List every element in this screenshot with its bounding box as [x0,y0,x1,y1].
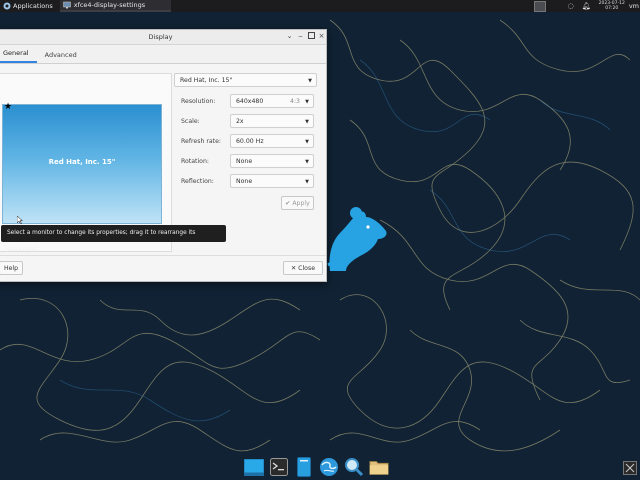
tab-bar: General Advanced [0,45,326,64]
rotation-select[interactable]: None ▼ [230,154,314,168]
home-folder-icon [368,461,389,475]
network-icon[interactable]: ◌ [568,2,574,10]
taskbar-item-display-settings[interactable]: xfce4-display-settings [59,0,172,12]
tab-general[interactable]: General [0,47,37,63]
help-button[interactable]: Help [0,261,23,275]
scale-label: Scale: [181,118,200,125]
maximize-window-button[interactable] [307,32,316,41]
web-browser-icon [319,458,338,476]
footer-divider [0,255,326,256]
home-folder-launcher[interactable] [368,457,389,477]
maximize-icon [308,32,315,39]
reflection-label: Reflection: [181,178,214,185]
rotation-value: None [236,158,253,165]
applications-label: Applications [13,2,53,10]
minimize-icon: ‒ [298,32,303,40]
resolution-label: Resolution: [181,98,216,105]
chevron-down-icon: ▼ [305,159,309,165]
user-menu[interactable]: vm [629,2,639,10]
bottom-dock [241,455,391,479]
taskbar-item-label: xfce4-display-settings [73,1,146,9]
monitor-preview-tooltip: Select a monitor to change its propertie… [1,225,226,253]
web-browser-launcher[interactable] [319,457,339,477]
refresh-rate-select[interactable]: 60.00 Hz ▼ [230,134,314,148]
window-titlebar[interactable]: Display ⌄ ‒ × [0,30,326,45]
rotation-label: Rotation: [181,158,209,165]
clock-time: 07:20 [605,6,619,11]
monitor-preview[interactable]: ★ Red Hat, Inc. 15" [2,102,162,224]
scale-value: 2x [236,118,244,125]
close-button-label: Close [298,265,315,272]
resolution-value: 640x480 [236,98,264,105]
apply-button-label: Apply [292,200,310,207]
close-button[interactable]: ✕ Close [283,261,323,275]
display-settings-icon [62,1,71,9]
show-desktop-button[interactable] [243,457,264,477]
applications-menu[interactable]: Applications [0,0,56,12]
monitor-select-value: Red Hat, Inc. 15" [180,77,233,84]
close-icon: × [318,32,325,40]
primary-display-star-icon: ★ [4,102,13,112]
shade-window-button[interactable]: ⌄ [285,32,294,41]
scale-select[interactable]: 2x ▼ [230,114,314,128]
resolution-select[interactable]: 640x480 4:3 ▼ [230,94,314,108]
window-title: Display [148,33,173,41]
help-button-label: Help [3,265,19,272]
top-panel: Applications xfce4-display-settings ◌ 🔔︎… [0,0,640,12]
apply-button[interactable]: ✔ Apply [281,196,314,210]
close-icon: ✕ [290,265,297,272]
chevron-down-icon: ▼ [305,119,309,125]
minimize-window-button[interactable]: ‒ [296,32,305,41]
reflection-value: None [236,178,253,185]
reflection-select[interactable]: None ▼ [230,174,314,188]
show-desktop-icon [243,458,264,476]
system-tray-icon[interactable] [623,461,637,475]
file-manager-launcher[interactable] [294,457,314,477]
workspace-switcher[interactable] [533,0,546,12]
chevron-down-icon: ▼ [305,139,309,145]
monitor-preview-label: Red Hat, Inc. 15" [48,158,116,166]
notification-bell-icon[interactable]: 🔔︎ [582,2,591,10]
app-finder-launcher[interactable] [344,457,364,477]
checkmark-icon: ✔ [285,200,291,207]
chevron-down-icon: ▼ [308,78,312,84]
refresh-rate-value: 60.00 Hz [236,138,264,145]
file-manager-icon [296,457,311,477]
tab-advanced[interactable]: Advanced [37,49,85,63]
xfce-mouse-mascot [327,207,387,271]
aspect-ratio-hint: 4:3 [290,98,300,105]
terminal-icon [269,458,288,476]
terminal-launcher[interactable] [269,457,289,477]
app-finder-icon [344,458,363,477]
mouse-cursor-icon [17,216,23,224]
clock[interactable]: 2023-07-12 07:20 [599,1,625,11]
display-settings-window: Display ⌄ ‒ × General Advanced ★ Red Hat… [0,29,327,282]
monitor-select[interactable]: Red Hat, Inc. 15" ▼ [174,73,317,87]
refresh-rate-label: Refresh rate: [181,138,221,145]
chevron-down-icon: ▼ [305,99,309,105]
chevron-down-icon: ▼ [305,179,309,185]
close-window-button[interactable]: × [317,32,326,41]
xfce-logo-icon [3,2,11,10]
